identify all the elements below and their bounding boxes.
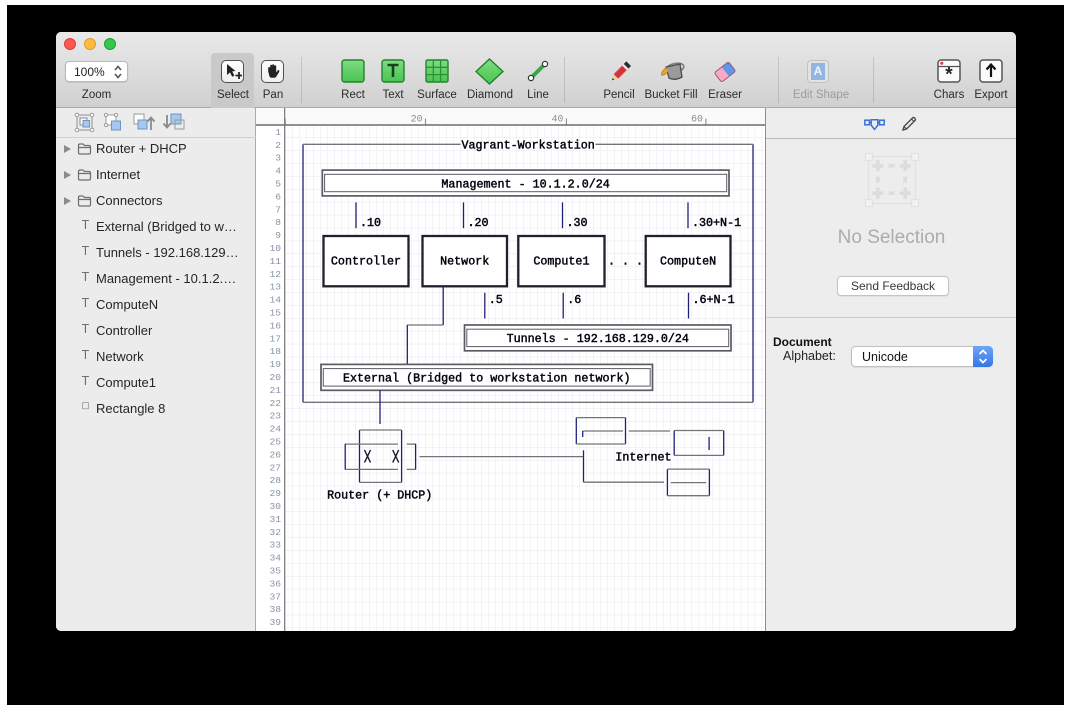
svg-text:.6: .6	[567, 293, 581, 307]
svg-text:.30: .30	[567, 216, 588, 230]
svg-text:34: 34	[269, 553, 281, 564]
svg-text:5: 5	[275, 179, 281, 190]
svg-text:38: 38	[269, 604, 281, 615]
svg-text:32: 32	[269, 527, 281, 538]
svg-text:24: 24	[269, 424, 281, 435]
svg-text:1: 1	[275, 127, 281, 138]
svg-text:.5: .5	[489, 293, 503, 307]
svg-text:36: 36	[269, 578, 281, 589]
svg-text:8: 8	[275, 217, 281, 228]
svg-text:10: 10	[269, 243, 281, 254]
svg-text:.20: .20	[468, 216, 489, 230]
svg-text:26: 26	[269, 449, 281, 460]
svg-text:2: 2	[275, 140, 281, 151]
svg-text:22: 22	[269, 398, 281, 409]
svg-text:19: 19	[269, 359, 281, 370]
svg-text:39: 39	[269, 617, 281, 628]
svg-text:27: 27	[269, 462, 281, 473]
svg-text:9: 9	[275, 230, 281, 241]
svg-text:3: 3	[275, 153, 281, 164]
svg-text:Management - 10.1.2.0/24: Management - 10.1.2.0/24	[441, 177, 609, 191]
svg-text:17: 17	[269, 333, 281, 344]
svg-text:40: 40	[552, 114, 564, 125]
svg-text:13: 13	[269, 282, 281, 293]
svg-text:External (Bridged to workstati: External (Bridged to workstation network…	[343, 371, 631, 385]
svg-text:. . .: . . .	[608, 255, 643, 269]
svg-text:.10: .10	[360, 216, 381, 230]
svg-text:28: 28	[269, 475, 281, 486]
svg-text:14: 14	[269, 295, 281, 306]
svg-text:7: 7	[275, 204, 281, 215]
svg-text:Network: Network	[440, 255, 489, 269]
svg-text:11: 11	[269, 256, 281, 267]
svg-text:20: 20	[269, 372, 281, 383]
svg-text:4: 4	[275, 166, 281, 177]
svg-text:.30+N-1: .30+N-1	[692, 216, 741, 230]
svg-text:37: 37	[269, 591, 281, 602]
svg-text:6: 6	[275, 191, 281, 202]
svg-text:33: 33	[269, 540, 281, 551]
svg-text:*: *	[945, 65, 953, 84]
svg-text:Tunnels - 192.168.129.0/24: Tunnels - 192.168.129.0/24	[507, 332, 689, 346]
svg-text:25: 25	[269, 437, 281, 448]
svg-text:30: 30	[269, 501, 281, 512]
svg-text:ComputeN: ComputeN	[660, 255, 716, 269]
svg-text:20: 20	[411, 114, 423, 125]
svg-text:Router (+ DHCP): Router (+ DHCP)	[327, 488, 432, 502]
svg-text:21: 21	[269, 385, 281, 396]
svg-text:35: 35	[269, 566, 281, 577]
svg-text:23: 23	[269, 411, 281, 422]
svg-text:Vagrant-Workstation: Vagrant-Workstation	[462, 138, 595, 152]
svg-text:12: 12	[269, 269, 281, 280]
svg-text:15: 15	[269, 308, 281, 319]
svg-text:18: 18	[269, 346, 281, 357]
svg-text:31: 31	[269, 514, 281, 525]
svg-text:60: 60	[691, 114, 703, 125]
svg-text:Controller: Controller	[331, 255, 401, 269]
svg-text:Compute1: Compute1	[533, 255, 589, 269]
svg-text:.6+N-1: .6+N-1	[693, 293, 735, 307]
svg-text:29: 29	[269, 488, 281, 499]
svg-text:Internet: Internet	[615, 451, 671, 465]
svg-text:16: 16	[269, 320, 281, 331]
